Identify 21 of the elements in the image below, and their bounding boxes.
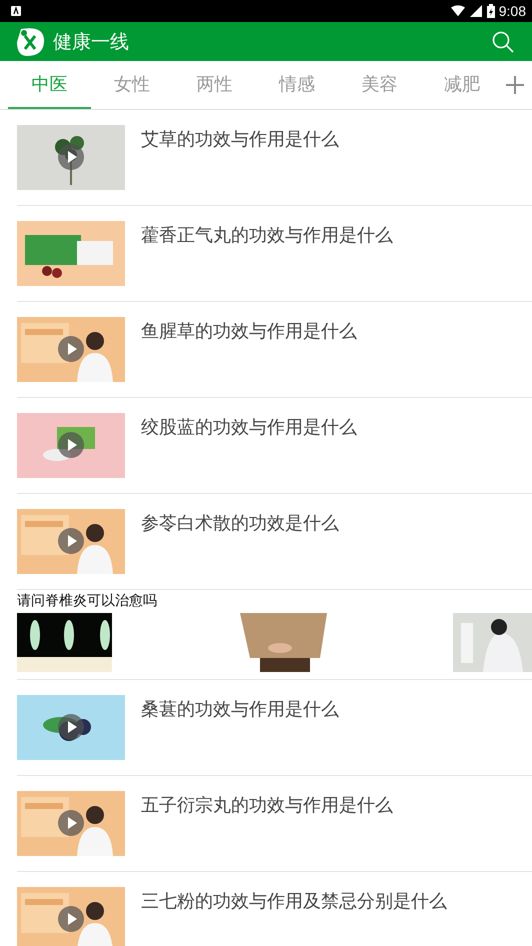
article-title[interactable]: 藿香正气丸的功效与作用是什么 [141,223,393,247]
battery-icon [486,4,495,18]
article-title[interactable]: 绞股蓝的功效与作用是什么 [141,415,357,439]
clock: 9:08 [498,3,526,19]
signal-icon [468,5,483,17]
play-icon[interactable] [58,144,84,170]
article-title[interactable]: 参苓白术散的功效是什么 [141,511,339,535]
add-icon[interactable] [505,75,525,95]
article-title[interactable]: 鱼腥草的功效与作用是什么 [141,319,357,343]
play-icon[interactable] [58,432,84,458]
article-title[interactable]: 艾草的功效与作用是什么 [141,127,339,151]
logo-icon [15,26,45,56]
ad-title[interactable]: 请问脊椎炎可以治愈吗 [17,592,532,610]
wifi-icon [450,5,465,17]
article-title[interactable]: 五子衍宗丸的功效与作用是什么 [141,793,393,817]
article-title[interactable]: 桑葚的功效与作用是什么 [141,697,339,721]
search-icon[interactable] [492,30,514,52]
article-title[interactable]: 三七粉的功效与作用及禁忌分别是什么 [141,889,447,913]
app-title: 健康一线 [53,30,130,54]
play-icon[interactable] [58,714,84,740]
notification-icon [11,6,21,16]
